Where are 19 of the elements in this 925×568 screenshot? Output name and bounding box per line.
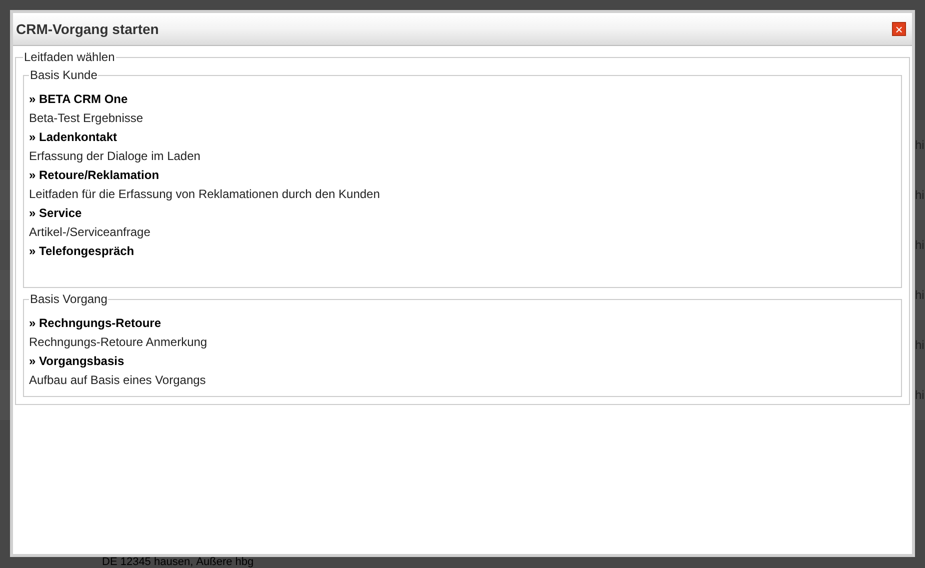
guide-description: Beta-Test Ergebnisse (29, 110, 144, 127)
fieldset-legend: Leitfaden wählen (23, 48, 116, 66)
close-button[interactable]: × (892, 22, 906, 36)
background-text: DE 12345 hausen, Äußere hbg (102, 557, 254, 568)
guide-link[interactable]: » Vorgangsbasis (29, 352, 124, 371)
guide-link[interactable]: » Telefongespräch (29, 242, 134, 261)
guide-description: Leitfaden für die Erfassung von Reklamationen durch den Kunden (29, 186, 381, 203)
dialog-title: CRM-Vorgang starten (16, 20, 159, 39)
guide-link[interactable]: » BETA CRM One (29, 90, 128, 109)
guide-description: Rechngungs-Retoure Anmerkung (29, 334, 208, 351)
guide-link[interactable]: » Retoure/Reklamation (29, 166, 160, 185)
group-legend: Basis Kunde (29, 66, 98, 84)
group-legend: Basis Vorgang (29, 290, 108, 308)
guide-description: Aufbau auf Basis eines Vorgangs (29, 372, 207, 389)
guide-description: Erfassung der Dialoge im Laden (29, 148, 202, 165)
guide-link[interactable]: » Ladenkontakt (29, 128, 118, 147)
guide-link[interactable]: » Rechngungs-Retoure (29, 314, 162, 333)
guide-link[interactable]: » Service (29, 204, 82, 223)
guide-description: Artikel-/Serviceanfrage (29, 224, 152, 241)
